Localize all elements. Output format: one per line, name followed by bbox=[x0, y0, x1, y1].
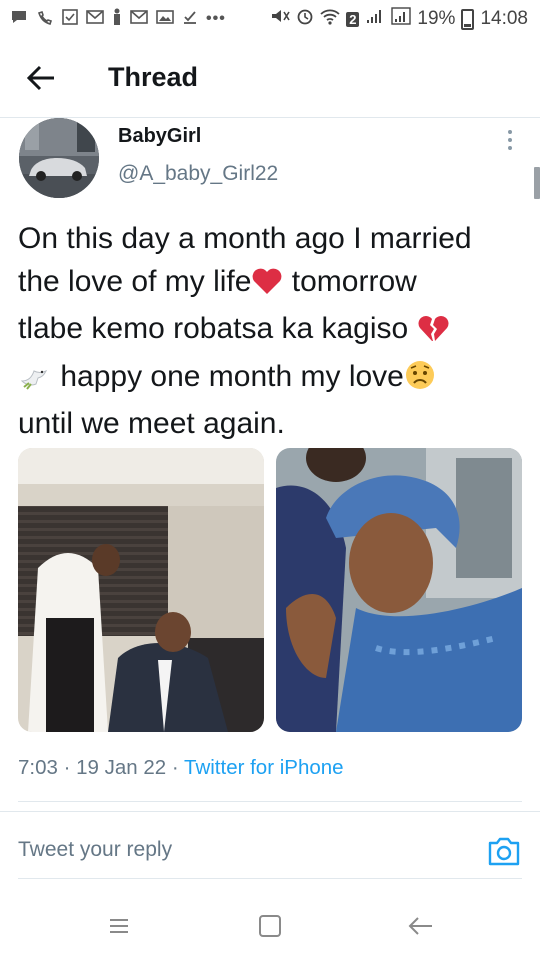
checkbox-notification-icon bbox=[62, 8, 78, 30]
worried-face-emoji-icon bbox=[404, 359, 436, 404]
gmail-icon-2 bbox=[130, 9, 148, 30]
back-button[interactable] bbox=[24, 60, 60, 96]
battery-icon bbox=[461, 8, 475, 30]
tweet-metadata: 7:03 · 19 Jan 22 · Twitter for iPhone bbox=[18, 756, 344, 780]
wifi-icon bbox=[320, 7, 340, 31]
system-status: 2 19% 14:08 bbox=[270, 7, 528, 31]
divider bbox=[18, 878, 522, 879]
red-heart-emoji-icon bbox=[251, 266, 283, 309]
thread-header: Thread bbox=[0, 40, 540, 118]
notification-icons: ••• bbox=[10, 8, 226, 31]
clock: 14:08 bbox=[480, 8, 528, 29]
signal-icon bbox=[365, 7, 385, 31]
scrollbar-thumb[interactable] bbox=[534, 167, 540, 199]
dove-emoji-icon bbox=[18, 361, 52, 404]
tweet-source-link[interactable]: Twitter for iPhone bbox=[184, 756, 344, 779]
back-nav-button[interactable] bbox=[404, 910, 436, 942]
more-options-button[interactable] bbox=[500, 125, 520, 155]
battery-percent: 19% bbox=[417, 8, 456, 29]
tweet-photo-1[interactable] bbox=[18, 448, 264, 732]
photo-office-couple bbox=[18, 448, 264, 732]
avatar-car-image bbox=[19, 118, 99, 198]
signal-icon-2 bbox=[391, 7, 412, 31]
tweet-text-line: until we meet again. bbox=[18, 407, 285, 440]
camera-icon bbox=[488, 837, 520, 866]
home-icon bbox=[259, 915, 281, 937]
tweet-text-line: On this day a month ago I married bbox=[18, 222, 472, 255]
divider bbox=[18, 801, 522, 802]
photo-hug bbox=[276, 448, 522, 732]
more-vertical-icon bbox=[508, 130, 512, 150]
download-done-icon bbox=[182, 9, 198, 30]
broken-heart-emoji-icon bbox=[417, 313, 449, 356]
page-title: Thread bbox=[108, 62, 199, 92]
tweet-time: 7:03 bbox=[18, 756, 58, 779]
display-name[interactable]: BabyGirl bbox=[118, 125, 201, 148]
tweet-photo-2[interactable] bbox=[276, 448, 522, 732]
chat-notification-icon bbox=[10, 9, 28, 30]
tweet-text-line: happy one month my love bbox=[52, 359, 404, 393]
alarm-icon bbox=[296, 7, 314, 31]
tweet-text-line: tomorrow bbox=[283, 264, 417, 298]
more-notifications-icon: ••• bbox=[206, 10, 226, 27]
camera-button[interactable] bbox=[486, 834, 522, 868]
meta-separator: · bbox=[166, 756, 185, 779]
avatar[interactable] bbox=[19, 118, 99, 198]
missed-call-icon bbox=[36, 9, 54, 30]
recent-apps-button[interactable] bbox=[104, 910, 136, 942]
tweet-text: On this day a month ago I married the lo… bbox=[18, 218, 528, 446]
divider bbox=[0, 811, 540, 812]
image-notification-icon bbox=[156, 9, 174, 30]
gmail-icon bbox=[86, 9, 104, 30]
mute-icon bbox=[270, 7, 290, 31]
tweet-date: 19 Jan 22 bbox=[76, 756, 167, 779]
recent-apps-icon bbox=[110, 919, 128, 933]
sim-slot-badge: 2 bbox=[346, 11, 360, 27]
tweet-text-line: tlabe kemo robatsa ka kagiso bbox=[18, 312, 417, 345]
tweet-text-line: the love of my life bbox=[18, 264, 252, 298]
home-button[interactable] bbox=[254, 910, 286, 942]
person-notification-icon bbox=[112, 8, 122, 31]
back-nav-icon bbox=[408, 917, 432, 935]
user-handle[interactable]: @A_baby_Girl22 bbox=[118, 162, 278, 186]
reply-input[interactable]: Tweet your reply bbox=[18, 838, 172, 862]
meta-separator: · bbox=[57, 756, 77, 779]
status-bar: ••• 2 19% 14:08 bbox=[0, 0, 540, 38]
system-nav-bar bbox=[0, 888, 540, 960]
arrow-left-icon bbox=[26, 65, 54, 91]
